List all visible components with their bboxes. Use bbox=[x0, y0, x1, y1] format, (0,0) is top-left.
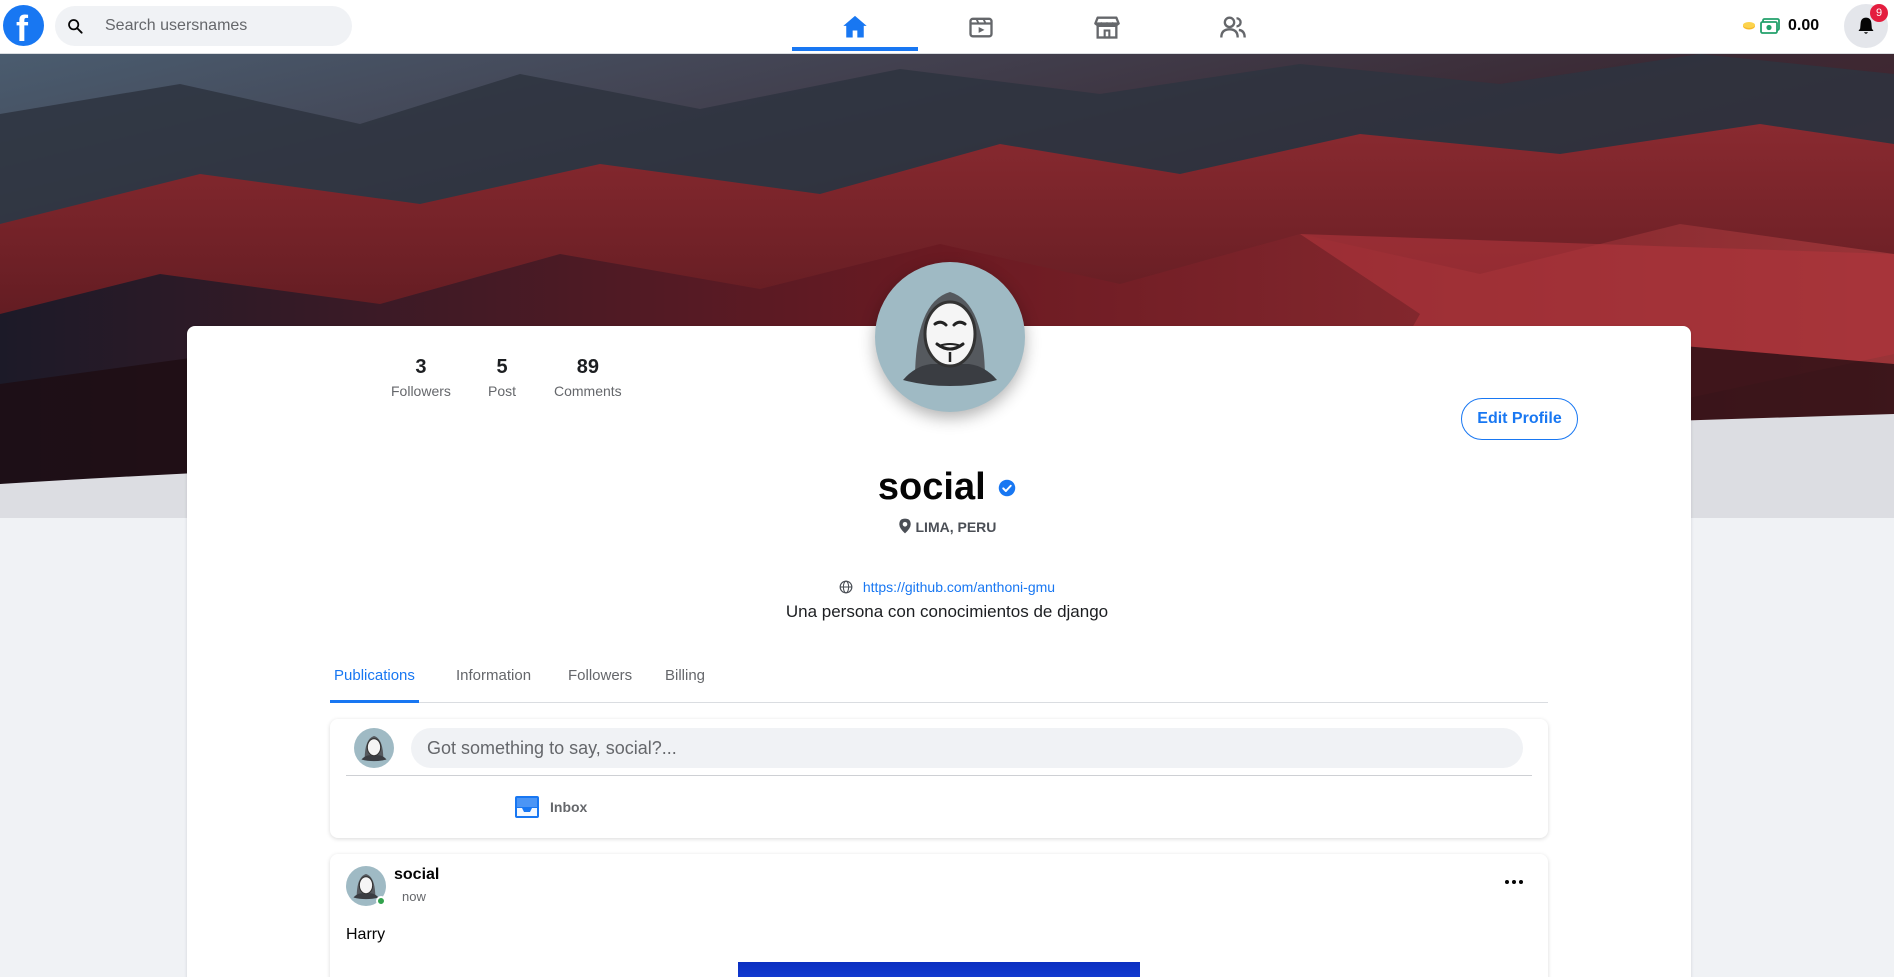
tab-billing[interactable]: Billing bbox=[665, 654, 705, 703]
stat-comments-value: 89 bbox=[576, 356, 599, 378]
cash-icon bbox=[1760, 18, 1780, 34]
location-pin-icon bbox=[898, 518, 911, 534]
stat-followers-value: 3 bbox=[415, 356, 427, 378]
post-card: social now Harry bbox=[330, 854, 1548, 977]
notifications-button[interactable]: 9 bbox=[1844, 4, 1888, 48]
post-time: now bbox=[402, 889, 426, 904]
post-text: Harry bbox=[346, 926, 386, 943]
location-text: LIMA, PERU bbox=[915, 519, 997, 535]
website-link[interactable]: https://github.com/anthoni-gmu bbox=[863, 579, 1055, 595]
wallet-amount: 0.00 bbox=[1788, 17, 1820, 34]
verified-badge-icon bbox=[998, 479, 1016, 496]
composer-avatar bbox=[354, 728, 394, 768]
facebook-logo[interactable]: f bbox=[3, 5, 44, 49]
post-composer: Inbox bbox=[330, 719, 1548, 838]
nav-tab-home[interactable] bbox=[792, 0, 918, 54]
tab-followers[interactable]: Followers bbox=[568, 654, 632, 703]
profile-avatar[interactable] bbox=[875, 262, 1025, 412]
post-author[interactable]: social bbox=[394, 866, 439, 884]
stat-followers-label: Followers bbox=[391, 383, 451, 399]
search-input[interactable] bbox=[105, 6, 340, 46]
online-status-dot bbox=[376, 896, 386, 906]
profile-location: LIMA, PERU bbox=[0, 518, 1894, 535]
composer-input[interactable] bbox=[411, 728, 1523, 768]
anonymous-mask-icon bbox=[903, 292, 997, 386]
stat-posts-label: Post bbox=[488, 383, 517, 399]
tab-publications[interactable]: Publications bbox=[330, 654, 419, 703]
inbox-label: Inbox bbox=[550, 799, 588, 815]
post-image[interactable] bbox=[738, 962, 1140, 977]
video-icon bbox=[969, 17, 993, 38]
edit-profile-button[interactable]: Edit Profile bbox=[1461, 398, 1578, 440]
nav-tab-marketplace[interactable] bbox=[1044, 0, 1170, 54]
inbox-button[interactable]: Inbox bbox=[514, 793, 587, 821]
composer-divider bbox=[346, 775, 1532, 776]
stat-posts-value: 5 bbox=[496, 356, 508, 378]
friends-icon bbox=[1220, 16, 1246, 38]
top-navbar: f 0.00 9 bbox=[0, 0, 1894, 54]
stat-posts[interactable]: 5 Post bbox=[488, 356, 516, 399]
search-icon bbox=[68, 19, 83, 34]
home-icon bbox=[843, 15, 867, 38]
profile-name: social bbox=[877, 466, 986, 508]
stat-followers[interactable]: 3 Followers bbox=[391, 356, 451, 399]
coins-icon bbox=[1743, 22, 1755, 30]
profile-website: https://github.com/anthoni-gmu bbox=[0, 579, 1894, 595]
nav-tab-videos[interactable] bbox=[918, 0, 1044, 54]
stat-comments-label: Comments bbox=[554, 383, 622, 399]
inbox-icon bbox=[515, 796, 539, 818]
profile-bio: Una persona con conocimientos de django bbox=[785, 602, 1109, 621]
wallet[interactable]: 0.00 bbox=[1742, 14, 1819, 38]
anonymous-mask-icon bbox=[361, 736, 387, 762]
tab-information[interactable]: Information bbox=[456, 654, 531, 703]
nav-tab-friends[interactable] bbox=[1170, 0, 1296, 54]
logo-letter: f bbox=[16, 8, 28, 49]
notification-badge: 9 bbox=[1870, 4, 1888, 22]
store-icon bbox=[1094, 16, 1120, 39]
stat-comments[interactable]: 89 Comments bbox=[554, 356, 622, 399]
search-bar[interactable] bbox=[55, 6, 352, 46]
profile-name-row: social bbox=[0, 466, 1894, 509]
profile-tabs: Publications Information Followers Billi… bbox=[330, 654, 1548, 703]
more-options-icon[interactable] bbox=[1502, 876, 1526, 888]
globe-icon bbox=[839, 580, 853, 594]
